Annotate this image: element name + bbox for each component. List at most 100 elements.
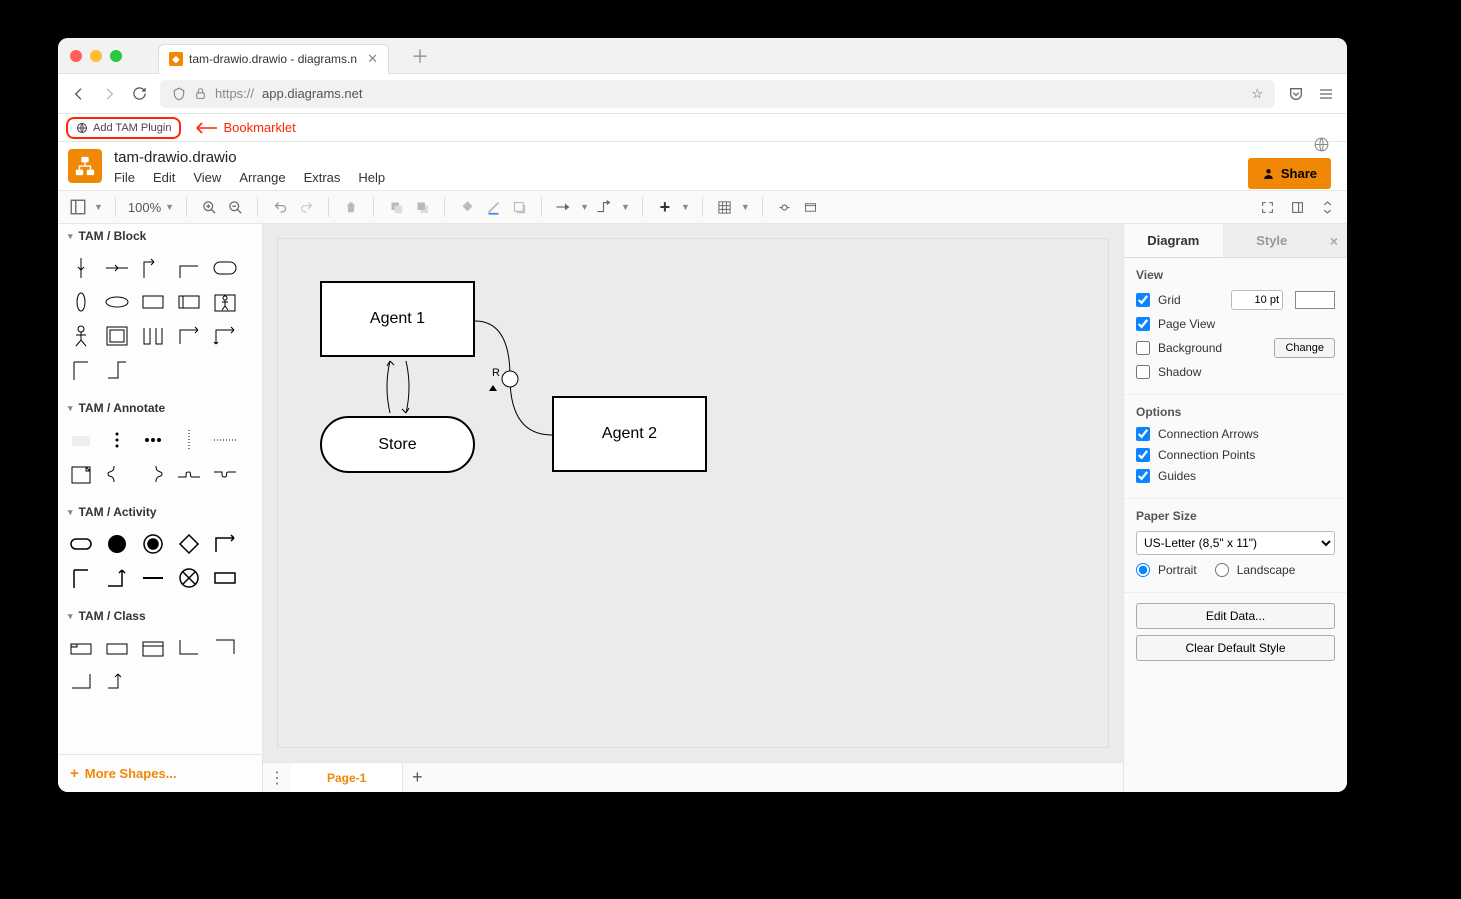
app-menu-icon[interactable] bbox=[1317, 85, 1335, 103]
diagram-node-store[interactable]: Store bbox=[320, 416, 475, 473]
shape-item[interactable] bbox=[174, 322, 204, 350]
back-button[interactable] bbox=[70, 85, 88, 103]
shape-item[interactable] bbox=[138, 634, 168, 662]
page-tab-1[interactable]: Page-1 bbox=[291, 763, 403, 792]
forward-button[interactable] bbox=[100, 85, 118, 103]
shape-item[interactable] bbox=[102, 564, 132, 592]
reload-button[interactable] bbox=[130, 85, 148, 103]
change-background-button[interactable]: Change bbox=[1274, 338, 1335, 358]
shape-item[interactable] bbox=[66, 668, 96, 696]
zoom-in-button[interactable] bbox=[199, 197, 219, 217]
shape-item[interactable] bbox=[102, 530, 132, 558]
shape-item[interactable] bbox=[138, 564, 168, 592]
connector-agent1-agent2[interactable]: R bbox=[475, 317, 555, 437]
tab-diagram[interactable]: Diagram bbox=[1124, 224, 1223, 257]
shadow-checkbox[interactable] bbox=[1136, 365, 1150, 379]
shape-item[interactable] bbox=[210, 564, 240, 592]
address-field[interactable]: https://app.diagrams.net ☆ bbox=[160, 80, 1275, 108]
shape-item[interactable] bbox=[210, 634, 240, 662]
edit-data-button[interactable]: Edit Data... bbox=[1136, 603, 1335, 629]
insert-button[interactable]: + bbox=[655, 197, 675, 217]
fill-color-button[interactable] bbox=[457, 197, 477, 217]
sidebar-group-annotate[interactable]: TAM / Annotate bbox=[58, 396, 262, 420]
shape-item[interactable] bbox=[138, 460, 168, 488]
shape-item[interactable] bbox=[102, 254, 132, 282]
sidebar-group-activity[interactable]: TAM / Activity bbox=[58, 500, 262, 524]
browser-tab[interactable]: ◆ tam-drawio.drawio - diagrams.n ✕ bbox=[158, 44, 389, 74]
paper-size-select[interactable]: US-Letter (8,5" x 11") bbox=[1136, 531, 1335, 555]
zoom-window-button[interactable] bbox=[110, 50, 122, 62]
bookmark-star-icon[interactable]: ☆ bbox=[1251, 86, 1263, 102]
guides-checkbox[interactable] bbox=[1136, 469, 1150, 483]
waypoint-button[interactable] bbox=[595, 197, 615, 217]
grid-size-input[interactable] bbox=[1231, 290, 1283, 310]
shape-item[interactable] bbox=[102, 460, 132, 488]
shape-item[interactable] bbox=[66, 322, 96, 350]
shape-item[interactable] bbox=[174, 564, 204, 592]
page-menu-button[interactable]: ⋮ bbox=[263, 768, 291, 788]
to-back-button[interactable] bbox=[412, 197, 432, 217]
connection-button[interactable] bbox=[554, 197, 574, 217]
menu-file[interactable]: File bbox=[114, 170, 135, 185]
undo-button[interactable] bbox=[270, 197, 290, 217]
zoom-selector[interactable]: 100%▼ bbox=[128, 200, 174, 215]
shape-item[interactable] bbox=[66, 254, 96, 282]
table-button[interactable] bbox=[715, 197, 735, 217]
menu-edit[interactable]: Edit bbox=[153, 170, 175, 185]
diagram-node-agent2[interactable]: Agent 2 bbox=[552, 396, 707, 472]
shape-item[interactable] bbox=[138, 254, 168, 282]
more-shapes-button[interactable]: +More Shapes... bbox=[58, 754, 262, 792]
shape-item[interactable] bbox=[174, 288, 204, 316]
landscape-radio[interactable] bbox=[1215, 563, 1229, 577]
shape-item[interactable] bbox=[102, 426, 132, 454]
add-page-button[interactable]: + bbox=[403, 767, 431, 788]
shape-item[interactable] bbox=[138, 426, 168, 454]
pageview-checkbox[interactable] bbox=[1136, 317, 1150, 331]
share-button[interactable]: Share bbox=[1248, 158, 1331, 189]
document-title[interactable]: tam-drawio.drawio bbox=[114, 149, 385, 166]
shape-item[interactable] bbox=[138, 530, 168, 558]
canvas[interactable]: Agent 1 Agent 2 Store R bbox=[277, 238, 1109, 748]
format-panel-icon[interactable] bbox=[1287, 197, 1307, 217]
connector-agent1-store[interactable] bbox=[378, 357, 418, 417]
shape-item[interactable] bbox=[66, 460, 96, 488]
shape-item[interactable] bbox=[138, 288, 168, 316]
shape-item[interactable] bbox=[102, 288, 132, 316]
redo-button[interactable] bbox=[296, 197, 316, 217]
shape-item[interactable] bbox=[210, 322, 240, 350]
menu-extras[interactable]: Extras bbox=[304, 170, 341, 185]
tab-style[interactable]: Style bbox=[1223, 224, 1322, 257]
shape-item[interactable] bbox=[102, 668, 132, 696]
pocket-icon[interactable] bbox=[1287, 85, 1305, 103]
new-tab-button[interactable]: ＋ bbox=[411, 43, 429, 69]
shape-item[interactable] bbox=[210, 460, 240, 488]
add-tam-plugin-bookmarklet[interactable]: Add TAM Plugin bbox=[66, 117, 181, 139]
shape-item[interactable] bbox=[66, 530, 96, 558]
shape-item[interactable] bbox=[174, 634, 204, 662]
shape-item[interactable] bbox=[102, 634, 132, 662]
shape-item[interactable] bbox=[210, 530, 240, 558]
shape-item[interactable] bbox=[66, 356, 96, 384]
shadow-button[interactable] bbox=[509, 197, 529, 217]
shape-item[interactable] bbox=[66, 426, 96, 454]
line-color-button[interactable] bbox=[483, 197, 503, 217]
delete-button[interactable] bbox=[341, 197, 361, 217]
conn-arrows-checkbox[interactable] bbox=[1136, 427, 1150, 441]
shape-item[interactable] bbox=[210, 426, 240, 454]
shape-item[interactable] bbox=[102, 356, 132, 384]
shape-item[interactable] bbox=[174, 426, 204, 454]
shape-item[interactable] bbox=[174, 530, 204, 558]
shape-item[interactable] bbox=[174, 254, 204, 282]
clear-style-button[interactable]: Clear Default Style bbox=[1136, 635, 1335, 661]
close-tab-icon[interactable]: ✕ bbox=[367, 51, 378, 67]
to-front-button[interactable] bbox=[386, 197, 406, 217]
shape-item[interactable] bbox=[66, 288, 96, 316]
sidebar-group-class[interactable]: TAM / Class bbox=[58, 604, 262, 628]
view-mode-button[interactable] bbox=[68, 197, 88, 217]
shape-item[interactable] bbox=[102, 322, 132, 350]
shape-item[interactable] bbox=[174, 460, 204, 488]
shape-item[interactable] bbox=[66, 634, 96, 662]
diagram-node-agent1[interactable]: Agent 1 bbox=[320, 281, 475, 357]
menu-help[interactable]: Help bbox=[358, 170, 385, 185]
shape-item[interactable] bbox=[210, 288, 240, 316]
